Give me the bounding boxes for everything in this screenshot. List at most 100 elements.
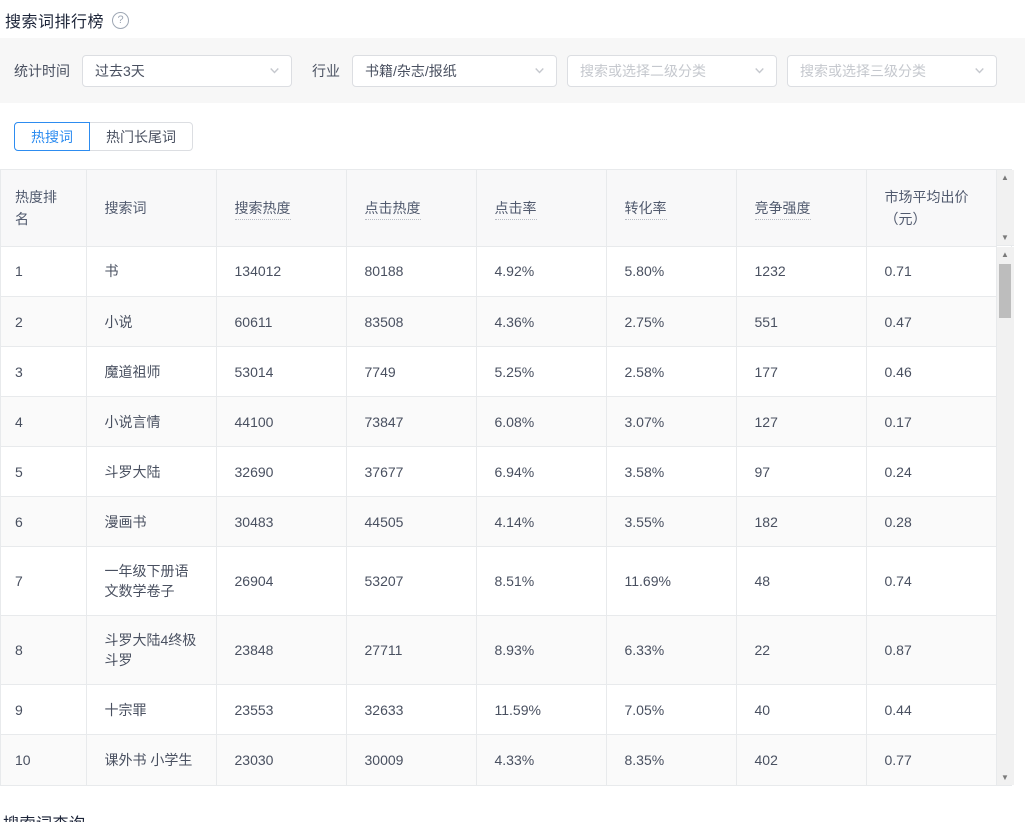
tab-hot-long-tail-words[interactable]: 热门长尾词 <box>89 122 193 151</box>
table-cell: 127 <box>736 396 867 447</box>
column-header-label: 搜索词 <box>104 199 147 216</box>
table-cell: 6.33% <box>606 615 737 685</box>
column-header-label: 搜索热度 <box>234 199 291 220</box>
page-header: 搜索词排行榜 ? <box>0 0 1032 38</box>
table-cell: 0.28 <box>866 496 997 547</box>
table-row: 8 斗罗大陆4终极斗罗 23848 27711 8.93% 6.33% 22 0.87 <box>1 615 997 685</box>
column-header[interactable]: 竞争强度 <box>736 170 867 247</box>
column-header-label: 点击率 <box>494 199 537 220</box>
table-cell: 0.71 <box>866 246 997 297</box>
table-cell: 4 <box>1 396 87 447</box>
table-cell: 402 <box>736 734 867 785</box>
table-cell: 4.14% <box>476 496 607 547</box>
table-cell: 6.08% <box>476 396 607 447</box>
table-cell: 4.92% <box>476 246 607 297</box>
table-cell: 0.74 <box>866 546 997 616</box>
column-header[interactable]: 点击热度 <box>346 170 477 247</box>
table-cell: 23030 <box>216 734 347 785</box>
table-cell: 3 <box>1 346 87 397</box>
table-body: 1 书 134012 80188 4.92% 5.80% 1232 0.71 2 小说 60611 8… <box>1 246 1014 785</box>
table-cell: 1232 <box>736 246 867 297</box>
table-cell: 177 <box>736 346 867 397</box>
table-cell: 83508 <box>346 296 477 347</box>
table-cell: 课外书 小学生 <box>86 734 217 785</box>
column-header-label: 点击热度 <box>364 199 421 220</box>
table-row: 10 课外书 小学生 23030 30009 4.33% 8.35% 402 0.77 <box>1 734 997 785</box>
table-cell: 8.35% <box>606 734 737 785</box>
table-cell: 0.44 <box>866 684 997 735</box>
table-cell: 0.46 <box>866 346 997 397</box>
table-cell: 4.33% <box>476 734 607 785</box>
table-cell: 53014 <box>216 346 347 397</box>
header-scrollbar[interactable]: ▲ ▼ <box>996 170 1014 246</box>
search-word-query-section-title: 搜索词查询 <box>3 810 1032 822</box>
table-cell: 80188 <box>346 246 477 297</box>
search-word-ranking-table: 热度排名 搜索词 搜索热度 点击热度 点击率 转化率 竞争强度 市场平均出价（元） ▲ ▼ 1… <box>0 169 1014 786</box>
table-cell: 十宗罪 <box>86 684 217 735</box>
help-icon[interactable]: ? <box>112 11 130 29</box>
level2-category-placeholder: 搜索或选择二级分类 <box>580 62 706 79</box>
industry-select[interactable]: 书籍/杂志/报纸 <box>352 54 557 87</box>
table-cell: 30009 <box>346 734 477 785</box>
table-cell: 6 <box>1 496 87 547</box>
table-row: 3 魔道祖师 53014 7749 5.25% 2.58% 177 0.46 <box>1 346 997 397</box>
table-cell: 4.36% <box>476 296 607 347</box>
table-cell: 26904 <box>216 546 347 616</box>
time-filter-label: 统计时间 <box>14 62 70 79</box>
table-row: 5 斗罗大陆 32690 37677 6.94% 3.58% 97 0.24 <box>1 446 997 497</box>
table-cell: 44505 <box>346 496 477 547</box>
column-header: 市场平均出价（元） <box>866 170 997 247</box>
table-row: 1 书 134012 80188 4.92% 5.80% 1232 0.71 <box>1 246 997 297</box>
level2-category-select[interactable]: 搜索或选择二级分类 <box>567 54 777 87</box>
table-cell: 0.77 <box>866 734 997 785</box>
chevron-down-icon <box>973 64 986 77</box>
column-header-label: 热度排名 <box>15 188 57 227</box>
table-cell: 97 <box>736 446 867 497</box>
table-cell: 32690 <box>216 446 347 497</box>
table-cell: 魔道祖师 <box>86 346 217 397</box>
chevron-down-icon <box>533 64 546 77</box>
scroll-up-icon[interactable]: ▲ <box>997 247 1014 262</box>
table-scrollbar[interactable]: ▲ ▼ <box>996 246 1014 785</box>
table-cell: 10 <box>1 734 87 785</box>
table-header-row: 热度排名 搜索词 搜索热度 点击热度 点击率 转化率 竞争强度 市场平均出价（元） ▲ ▼ <box>1 170 1014 247</box>
table-cell: 7 <box>1 546 87 616</box>
column-header[interactable]: 点击率 <box>476 170 607 247</box>
table-cell: 书 <box>86 246 217 297</box>
time-range-value: 过去3天 <box>95 62 145 79</box>
column-header-label: 转化率 <box>624 199 667 220</box>
scroll-down-icon[interactable]: ▼ <box>997 230 1014 245</box>
header-table: 热度排名 搜索词 搜索热度 点击热度 点击率 转化率 竞争强度 市场平均出价（元） <box>1 170 997 247</box>
time-range-select[interactable]: 过去3天 <box>82 54 292 87</box>
column-header-label: 市场平均出价（元） <box>884 188 969 227</box>
industry-value: 书籍/杂志/报纸 <box>365 62 457 79</box>
table-cell: 3.07% <box>606 396 737 447</box>
table-cell: 2.75% <box>606 296 737 347</box>
table-cell: 1 <box>1 246 87 297</box>
table-cell: 134012 <box>216 246 347 297</box>
table-cell: 7.05% <box>606 684 737 735</box>
table-cell: 48 <box>736 546 867 616</box>
table-cell: 11.59% <box>476 684 607 735</box>
table-cell: 9 <box>1 684 87 735</box>
level3-category-select[interactable]: 搜索或选择三级分类 <box>787 54 997 87</box>
table-cell: 小说 <box>86 296 217 347</box>
table-cell: 5.25% <box>476 346 607 397</box>
table-cell: 60611 <box>216 296 347 347</box>
table-cell: 11.69% <box>606 546 737 616</box>
column-header[interactable]: 搜索热度 <box>216 170 347 247</box>
table-cell: 0.24 <box>866 446 997 497</box>
table-cell: 0.87 <box>866 615 997 685</box>
tab-hot-search-words[interactable]: 热搜词 <box>14 122 90 151</box>
scroll-up-icon[interactable]: ▲ <box>997 170 1014 185</box>
table-row: 4 小说言情 44100 73847 6.08% 3.07% 127 0.17 <box>1 396 997 447</box>
chevron-down-icon <box>268 64 281 77</box>
column-header[interactable]: 转化率 <box>606 170 737 247</box>
table-cell: 5 <box>1 446 87 497</box>
table-cell: 23848 <box>216 615 347 685</box>
table-cell: 5.80% <box>606 246 737 297</box>
scrollbar-thumb[interactable] <box>999 263 1011 318</box>
filter-bar: 统计时间 过去3天 行业 书籍/杂志/报纸 搜索或选择二级分类 搜索或选择三级分… <box>0 38 1025 103</box>
table-cell: 40 <box>736 684 867 735</box>
scroll-down-icon[interactable]: ▼ <box>997 770 1014 785</box>
